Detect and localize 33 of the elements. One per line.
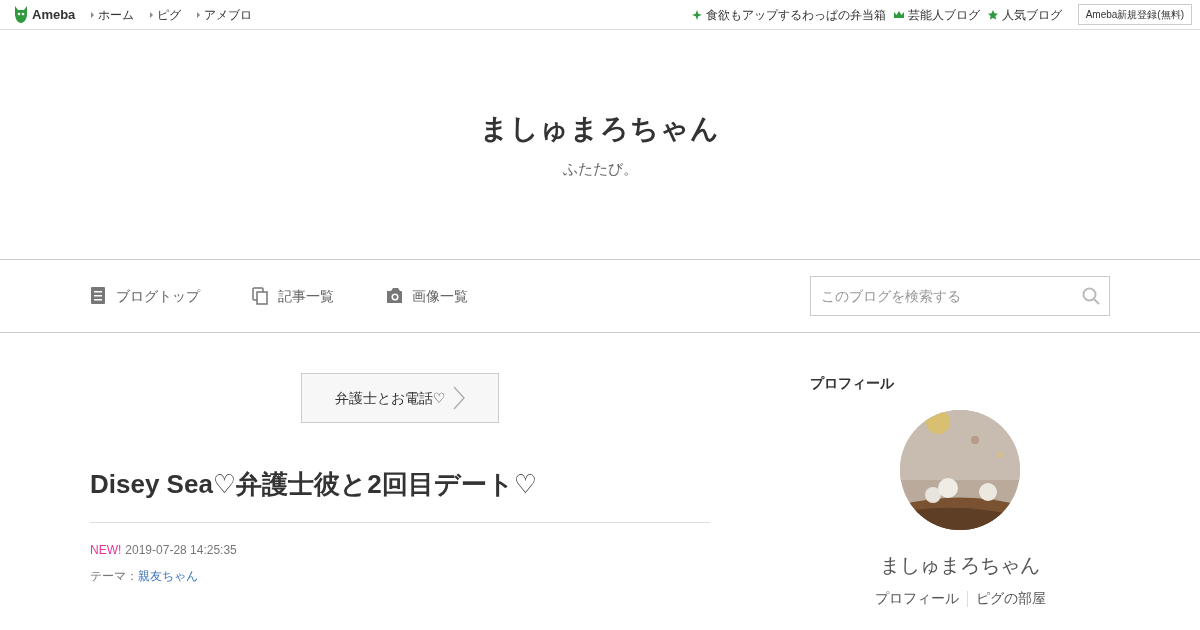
theme-link[interactable]: 親友ちゃん xyxy=(138,567,198,585)
topbar-link[interactable]: 食欲もアップするわっぱの弁当箱 xyxy=(691,5,886,24)
topbar-link[interactable]: アメブロ xyxy=(197,5,253,24)
chevron-right-icon xyxy=(453,386,466,410)
signup-button[interactable]: Ameba新規登録(無料) xyxy=(1077,4,1192,25)
topbar-link[interactable]: 人気ブログ xyxy=(987,5,1062,24)
search-icon[interactable] xyxy=(1082,287,1100,305)
logo-icon xyxy=(14,6,28,23)
document-icon xyxy=(90,287,108,305)
crown-icon xyxy=(893,9,904,20)
theme-label: テーマ： xyxy=(90,568,138,585)
profile-link[interactable]: ピグの部屋 xyxy=(975,588,1046,609)
pages-icon xyxy=(252,287,270,305)
topbar-link[interactable]: ピグ xyxy=(150,5,182,24)
post-date: 2019-07-28 14:25:35 xyxy=(125,542,237,559)
star-icon xyxy=(987,9,998,20)
search-field[interactable]: このブログを検索する xyxy=(810,276,1110,316)
sidebar-heading: プロフィール xyxy=(810,374,895,393)
logo[interactable]: Ameba xyxy=(14,4,76,25)
blog-subtitle: ふたたび。 xyxy=(562,159,638,180)
topbar-link[interactable]: 芸能人ブログ xyxy=(893,5,980,24)
profile-link[interactable]: プロフィール xyxy=(874,588,959,609)
new-label: NEW! xyxy=(90,542,122,559)
camera-icon xyxy=(386,287,404,305)
nav-link[interactable]: ブログトップ xyxy=(90,285,200,307)
nav-link[interactable]: 記事一覧 xyxy=(252,285,334,307)
article-title[interactable]: Disey Sea♡弁護士彼と2回目デート♡ xyxy=(90,465,710,523)
nav-link[interactable]: 画像一覧 xyxy=(386,285,468,307)
next-article-button[interactable]: 弁護士とお電話♡ xyxy=(301,373,499,423)
profile-name[interactable]: ましゅまろちゃん xyxy=(810,550,1110,580)
topbar-link[interactable]: ホーム xyxy=(91,5,135,24)
blog-title[interactable]: ましゅまろちゃん xyxy=(480,108,720,151)
sparkle-icon xyxy=(691,9,702,20)
